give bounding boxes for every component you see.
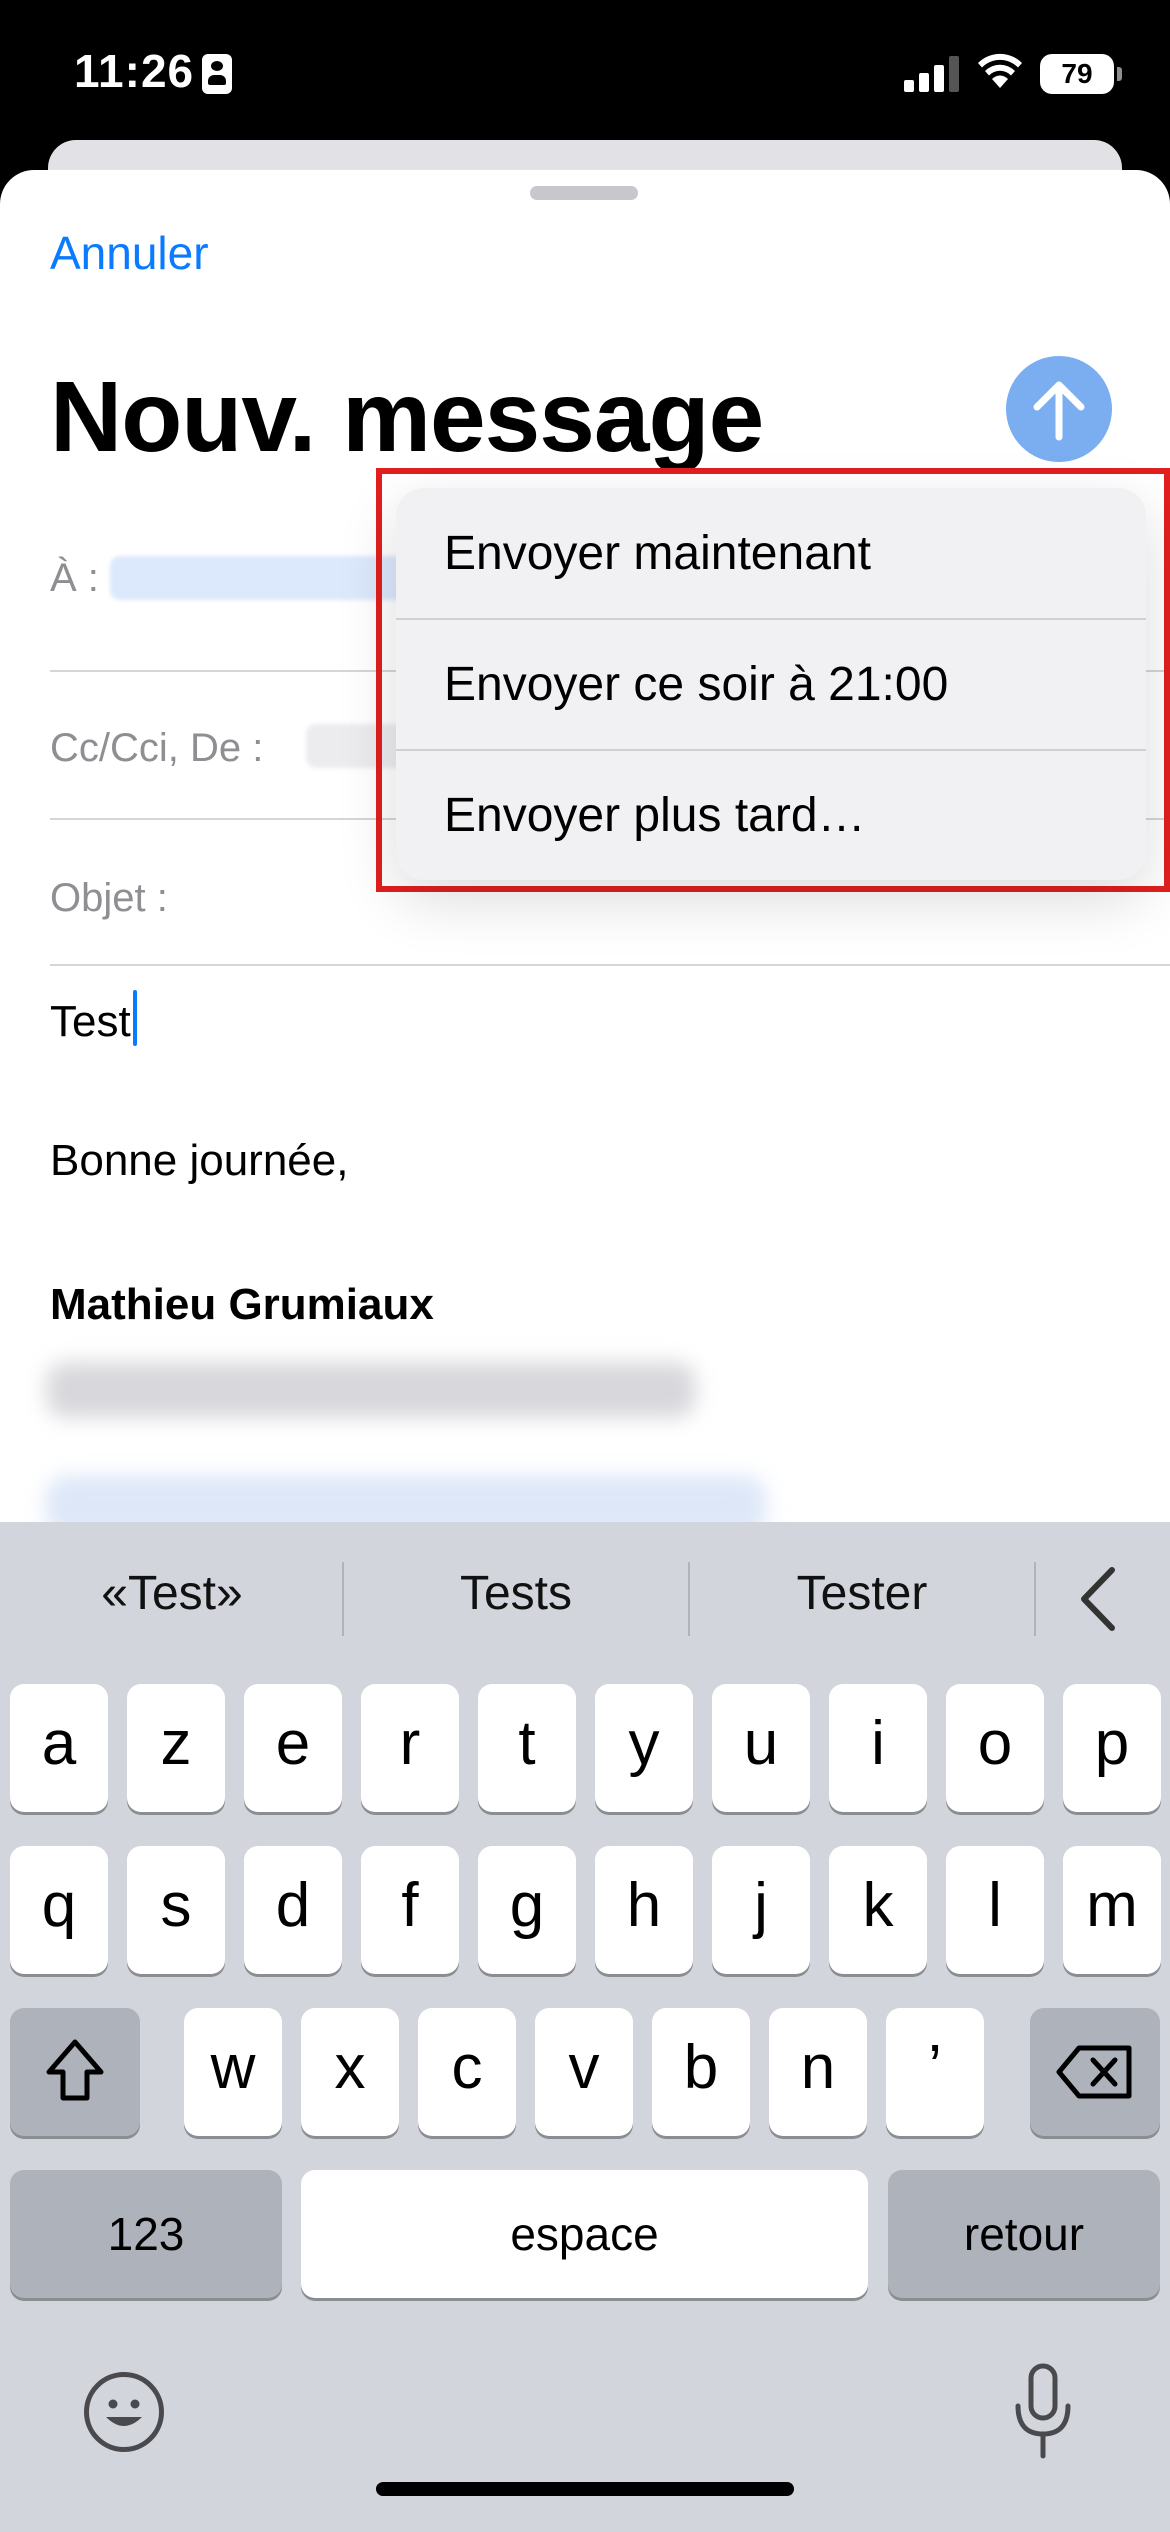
space-key[interactable]: espace bbox=[301, 2170, 868, 2298]
key-e[interactable]: e bbox=[244, 1684, 342, 1812]
keyboard: «Test» Tests Tester a z e r t y u i o p … bbox=[0, 1522, 1170, 2532]
key-j[interactable]: j bbox=[712, 1846, 810, 1974]
signature-details-blurred bbox=[46, 1362, 696, 1418]
signature-name: Mathieu Grumiaux bbox=[50, 1280, 434, 1329]
menu-item-send-tonight[interactable]: Envoyer ce soir à 21:00 bbox=[396, 619, 1146, 750]
chevron-left-icon[interactable] bbox=[1078, 1566, 1118, 1632]
suggestion-item[interactable]: Tests bbox=[344, 1566, 688, 1621]
to-label: À : bbox=[50, 556, 99, 600]
sheet-grabber[interactable] bbox=[530, 186, 638, 200]
key-m[interactable]: m bbox=[1063, 1846, 1161, 1974]
key-c[interactable]: c bbox=[418, 2008, 516, 2136]
suggestion-item[interactable]: Tester bbox=[690, 1566, 1034, 1621]
suggestion-bar: «Test» Tests Tester bbox=[0, 1522, 1170, 1674]
status-bar: 11:26 79 bbox=[0, 0, 1170, 150]
menu-item-send-now[interactable]: Envoyer maintenant bbox=[396, 488, 1146, 619]
key-g[interactable]: g bbox=[478, 1846, 576, 1974]
text-cursor bbox=[132, 990, 137, 1046]
key-x[interactable]: x bbox=[301, 2008, 399, 2136]
key-h[interactable]: h bbox=[595, 1846, 693, 1974]
key-r[interactable]: r bbox=[361, 1684, 459, 1812]
key-q[interactable]: q bbox=[10, 1846, 108, 1974]
key-l[interactable]: l bbox=[946, 1846, 1044, 1974]
key-b[interactable]: b bbox=[652, 2008, 750, 2136]
shift-icon bbox=[46, 2039, 104, 2101]
key-s[interactable]: s bbox=[127, 1846, 225, 1974]
key-i[interactable]: i bbox=[829, 1684, 927, 1812]
battery-icon: 79 bbox=[1040, 54, 1122, 94]
key-k[interactable]: k bbox=[829, 1846, 927, 1974]
microphone-icon[interactable] bbox=[1008, 2362, 1078, 2462]
key-o[interactable]: o bbox=[946, 1684, 1044, 1812]
cancel-button[interactable]: Annuler bbox=[50, 226, 209, 280]
cellular-signal-icon bbox=[904, 56, 960, 92]
return-key[interactable]: retour bbox=[888, 2170, 1160, 2298]
menu-item-send-later[interactable]: Envoyer plus tard… bbox=[396, 750, 1146, 880]
key-v[interactable]: v bbox=[535, 2008, 633, 2136]
numbers-key[interactable]: 123 bbox=[10, 2170, 282, 2298]
message-body-line[interactable]: Test bbox=[50, 990, 137, 1047]
shift-key[interactable] bbox=[10, 2008, 140, 2136]
subject-label: Objet : bbox=[50, 876, 168, 920]
suggestion-divider bbox=[1034, 1562, 1036, 1636]
key-apostrophe[interactable]: ’ bbox=[886, 2008, 984, 2136]
body-first-line: Test bbox=[50, 997, 131, 1046]
suggestion-item[interactable]: «Test» bbox=[0, 1566, 344, 1621]
arrow-up-icon bbox=[1033, 381, 1085, 441]
key-a[interactable]: a bbox=[10, 1684, 108, 1812]
key-f[interactable]: f bbox=[361, 1846, 459, 1974]
delete-backspace-icon bbox=[1056, 2045, 1132, 2099]
delete-key[interactable] bbox=[1030, 2008, 1160, 2136]
home-indicator[interactable] bbox=[376, 2482, 794, 2496]
emoji-icon[interactable] bbox=[84, 2372, 164, 2452]
key-t[interactable]: t bbox=[478, 1684, 576, 1812]
send-options-menu: Envoyer maintenant Envoyer ce soir à 21:… bbox=[396, 488, 1146, 880]
key-z[interactable]: z bbox=[127, 1684, 225, 1812]
smiley-face-icon bbox=[106, 2399, 142, 2426]
contact-card-icon bbox=[202, 54, 232, 94]
key-w[interactable]: w bbox=[184, 2008, 282, 2136]
key-n[interactable]: n bbox=[769, 2008, 867, 2136]
key-u[interactable]: u bbox=[712, 1684, 810, 1812]
cc-label: Cc/Cci, De : bbox=[50, 726, 264, 770]
status-time: 11:26 bbox=[74, 45, 195, 97]
key-d[interactable]: d bbox=[244, 1846, 342, 1974]
compose-title: Nouv. message bbox=[50, 361, 764, 473]
body-greeting: Bonne journée, bbox=[50, 1136, 349, 1185]
wifi-icon bbox=[978, 53, 1022, 88]
key-y[interactable]: y bbox=[595, 1684, 693, 1812]
send-button[interactable] bbox=[1006, 356, 1112, 462]
key-p[interactable]: p bbox=[1063, 1684, 1161, 1812]
